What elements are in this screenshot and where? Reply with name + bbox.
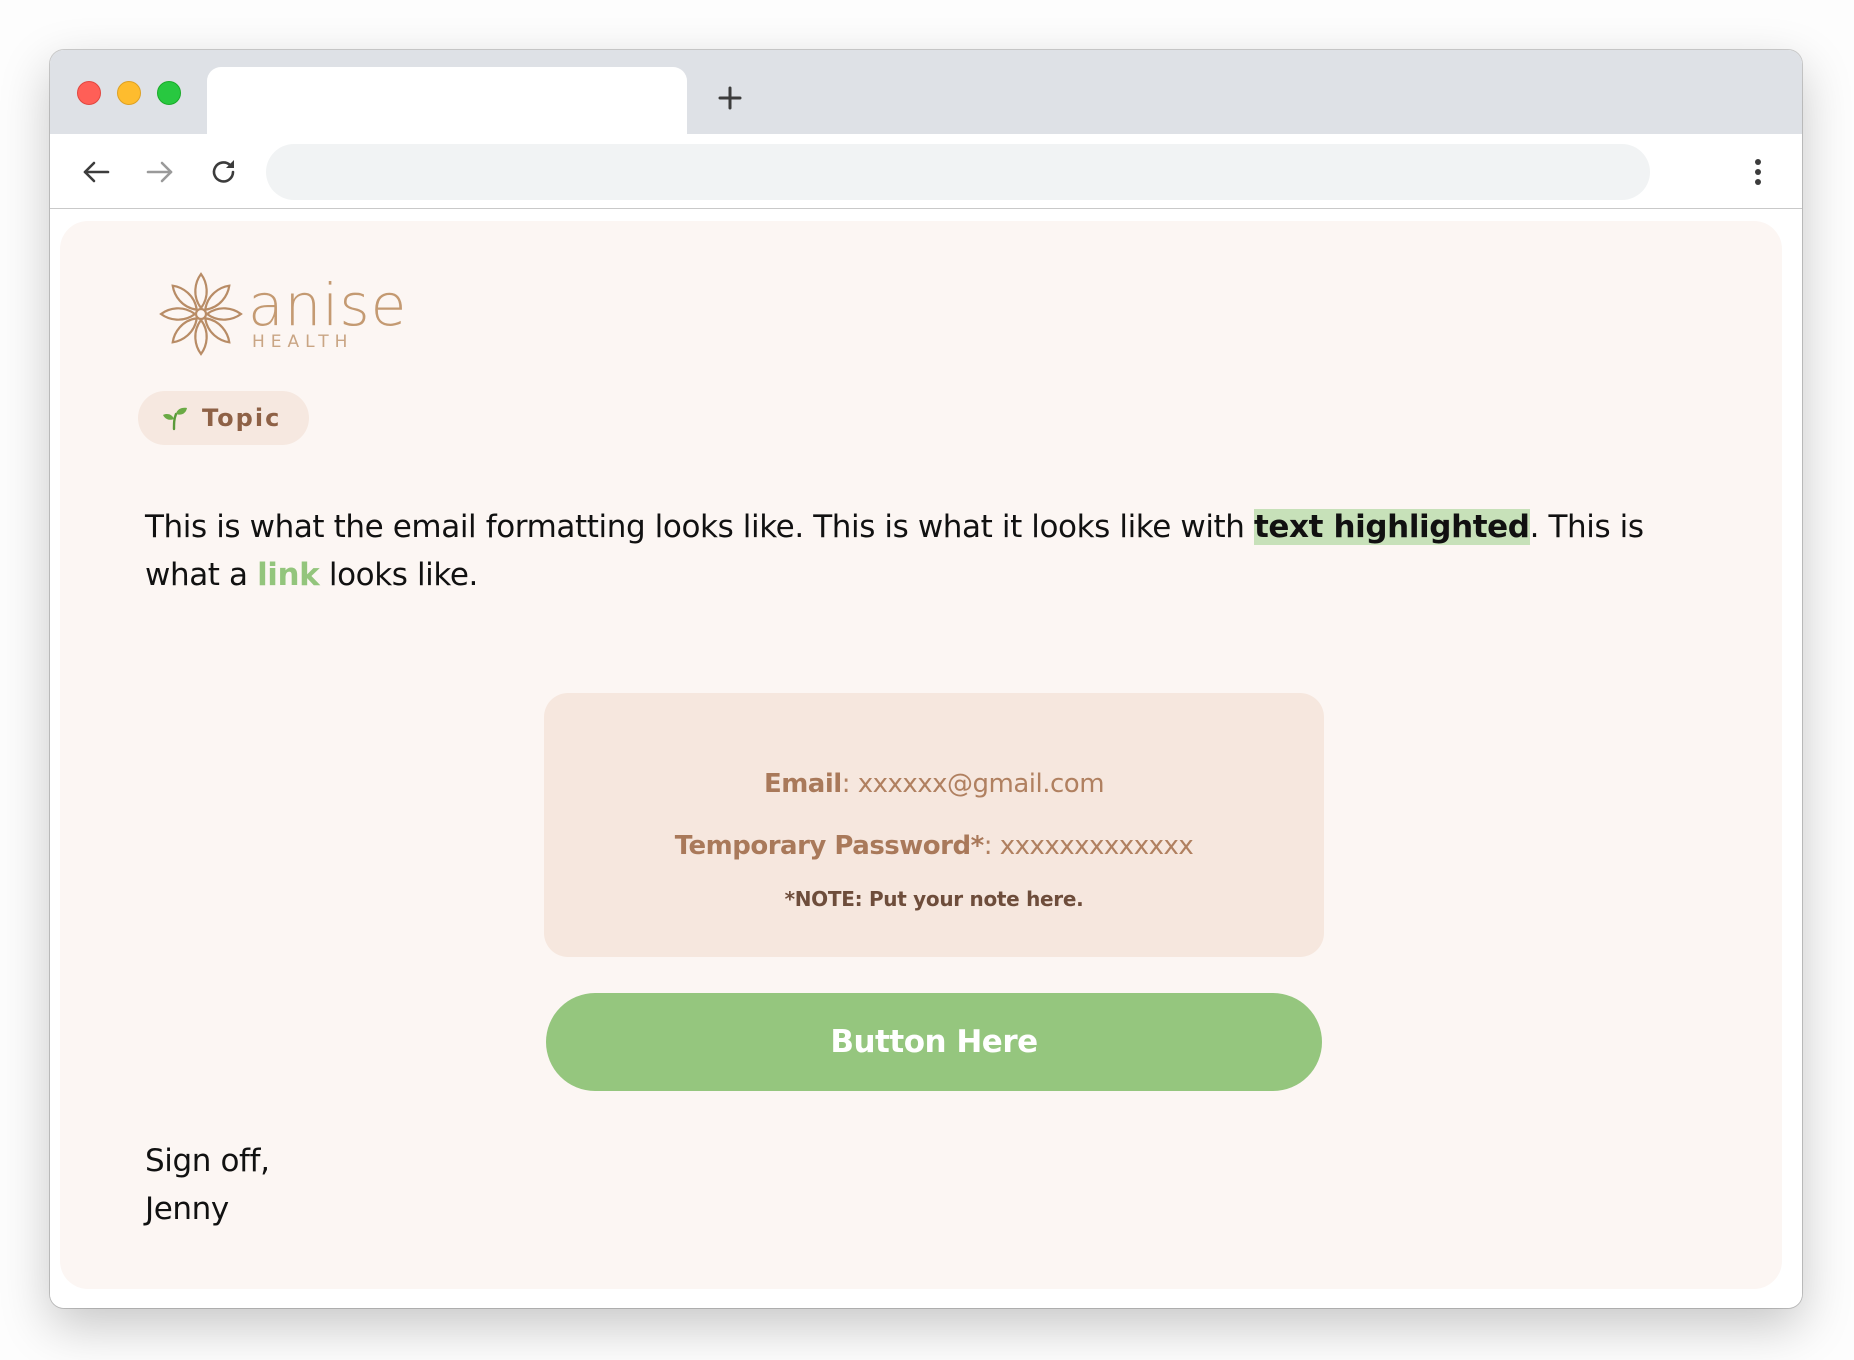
password-value: : xxxxxxxxxxxxx [983, 831, 1194, 861]
credentials-box: Email: xxxxxx@gmail.com Temporary Passwo… [544, 693, 1324, 957]
body-text-part-1: This is what the email formatting looks … [145, 509, 1255, 545]
new-tab-button[interactable] [710, 78, 750, 118]
browser-toolbar [50, 134, 1802, 209]
back-button[interactable] [76, 152, 116, 192]
browser-tab[interactable] [207, 67, 687, 134]
highlighted-text: text highlighted [1254, 509, 1530, 545]
body-text-part-3: looks like. [319, 557, 479, 593]
email-value: : xxxxxx@gmail.com [841, 769, 1105, 799]
maximize-window-button[interactable] [157, 81, 181, 105]
email-body-paragraph: This is what the email formatting looks … [145, 503, 1705, 599]
topic-label: Topic [202, 404, 282, 432]
email-label: Email [763, 769, 842, 799]
browser-menu-button[interactable] [1738, 152, 1778, 192]
brand-wordmark: anise HEALTH [248, 276, 407, 352]
minimize-window-button[interactable] [117, 81, 141, 105]
cta-button[interactable]: Button Here [546, 993, 1322, 1091]
email-card: anise HEALTH Topic This is what the emai… [60, 221, 1782, 1289]
forward-button[interactable] [140, 152, 180, 192]
email-credential: Email: xxxxxx@gmail.com [544, 769, 1324, 799]
arrow-right-icon [146, 161, 173, 183]
signoff-name: Jenny [145, 1191, 229, 1227]
arrow-left-icon [83, 161, 110, 183]
tab-strip [50, 50, 1802, 134]
signoff: Sign off, Jenny [145, 1137, 270, 1233]
brand-logo: anise HEALTH [158, 271, 407, 357]
brand-subtitle: HEALTH [252, 332, 354, 352]
password-label: Temporary Password* [674, 831, 984, 861]
credentials-note: *NOTE: Put your note here. [784, 887, 1084, 911]
reload-icon [212, 160, 235, 183]
plus-icon [718, 86, 742, 110]
sprout-icon [163, 407, 187, 431]
password-credential: Temporary Password*: xxxxxxxxxxxxx [544, 831, 1324, 861]
address-bar[interactable] [266, 144, 1650, 200]
signoff-line: Sign off, [145, 1143, 270, 1179]
page-viewport: anise HEALTH Topic This is what the emai… [50, 209, 1802, 1308]
close-window-button[interactable] [77, 81, 101, 105]
browser-window: anise HEALTH Topic This is what the emai… [50, 50, 1802, 1308]
flower-icon [159, 272, 243, 356]
body-link[interactable]: link [257, 557, 320, 593]
topic-chip: Topic [138, 391, 310, 445]
vertical-dots-icon [1755, 159, 1761, 185]
brand-name: anise [248, 271, 408, 339]
reload-button[interactable] [204, 152, 244, 192]
